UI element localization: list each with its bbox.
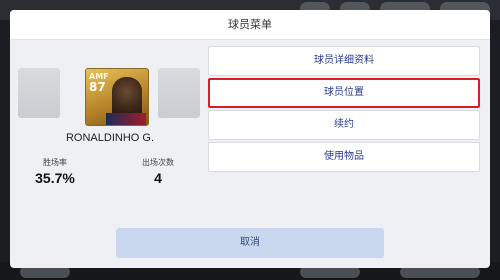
card-rating: 87 bbox=[89, 80, 106, 94]
win-rate-label: 胜场率 bbox=[43, 158, 67, 167]
win-rate-value: 35.7% bbox=[35, 170, 75, 186]
player-menu-dialog: 球员菜单 AMF 87 RONALDINHO G. 胜场率 35.7% 出场次数… bbox=[10, 10, 490, 268]
player-position-button[interactable]: 球员位置 bbox=[208, 78, 480, 108]
appearances-value: 4 bbox=[154, 170, 162, 186]
previous-player-card[interactable] bbox=[18, 68, 60, 118]
player-name: RONALDINHO G. bbox=[65, 132, 154, 144]
player-card: AMF 87 bbox=[85, 68, 149, 126]
renew-contract-button[interactable]: 续约 bbox=[208, 110, 480, 140]
player-shirt bbox=[106, 113, 146, 125]
player-details-button[interactable]: 球员详细资料 bbox=[208, 46, 480, 76]
use-item-button[interactable]: 使用物品 bbox=[208, 142, 480, 172]
next-player-card[interactable] bbox=[158, 68, 200, 118]
appearances-label: 出场次数 bbox=[142, 158, 174, 167]
cancel-button[interactable]: 取消 bbox=[116, 228, 384, 258]
dialog-title: 球员菜单 bbox=[10, 10, 490, 40]
